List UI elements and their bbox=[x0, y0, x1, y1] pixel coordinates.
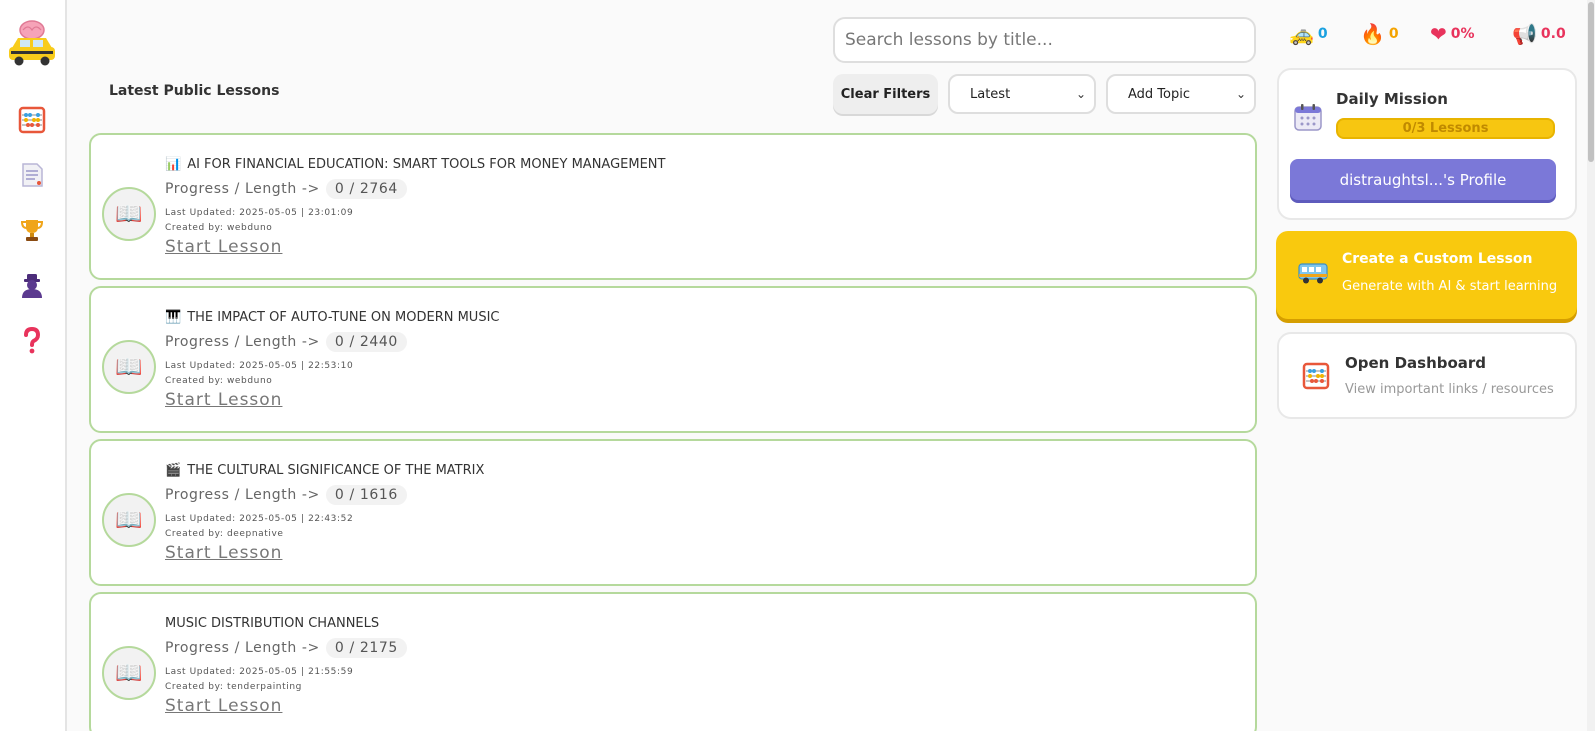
lesson-title: MUSIC DISTRIBUTION CHANNELS bbox=[165, 616, 379, 631]
create-lesson-title: Create a Custom Lesson bbox=[1342, 251, 1533, 267]
created-by: Created by: webduno bbox=[165, 376, 273, 386]
dashboard-subtitle: View important links / resources bbox=[1345, 382, 1554, 397]
lesson-title-text: THE IMPACT OF AUTO-TUNE ON MODERN MUSIC bbox=[187, 310, 500, 325]
trophy-icon bbox=[20, 220, 44, 241]
book-icon: 📖 bbox=[102, 493, 156, 547]
lesson-title-text: MUSIC DISTRIBUTION CHANNELS bbox=[165, 616, 380, 631]
streak-stat-value: 0 bbox=[1388, 26, 1399, 42]
last-updated: Last Updated: 2025-05-05 | 23:01:09 bbox=[165, 208, 354, 218]
taxi-stat-value: 0 bbox=[1317, 26, 1328, 42]
lesson-title-text: THE CULTURAL SIGNIFICANCE OF THE MATRIX bbox=[187, 463, 485, 478]
lesson-title: 🎹 THE IMPACT OF AUTO-TUNE ON MODERN MUSI… bbox=[165, 310, 499, 325]
daily-mission-title: Daily Mission bbox=[1336, 90, 1448, 108]
created-by: Created by: deepnative bbox=[165, 529, 284, 539]
sidebar-item-profile[interactable] bbox=[18, 271, 46, 299]
scrollbar-thumb[interactable] bbox=[1588, 2, 1594, 162]
progress-value: 0 / 2175 bbox=[325, 638, 407, 658]
calendar-icon bbox=[1294, 104, 1322, 131]
daily-mission-card: Daily Mission 0/3 Lessons distraughtsl..… bbox=[1277, 68, 1577, 220]
lesson-title: 🎬 THE CULTURAL SIGNIFICANCE OF THE MATRI… bbox=[165, 463, 484, 478]
dashboard-title: Open Dashboard bbox=[1345, 354, 1487, 372]
lesson-card: 📖 📊 AI FOR FINANCIAL EDUCATION: SMART TO… bbox=[89, 133, 1257, 280]
last-updated: Last Updated: 2025-05-05 | 22:43:52 bbox=[165, 514, 354, 524]
health-stat: ❤ 0% bbox=[1430, 22, 1475, 46]
lesson-progress: Progress / Length -> 0 / 2175 bbox=[165, 638, 407, 658]
start-lesson-link[interactable]: Start Lesson bbox=[165, 696, 282, 716]
progress-value: 0 / 2440 bbox=[325, 332, 407, 352]
abacus-icon bbox=[18, 106, 46, 134]
progress-label: Progress / Length -> bbox=[165, 640, 320, 656]
clapperboard-icon: 🎬 bbox=[165, 463, 182, 478]
last-updated: Last Updated: 2025-05-05 | 21:55:59 bbox=[165, 667, 354, 677]
created-by: Created by: tenderpainting bbox=[165, 682, 302, 692]
open-dashboard-button[interactable]: Open Dashboard View important links / re… bbox=[1277, 332, 1577, 419]
lesson-card: 📖 🎬 THE CULTURAL SIGNIFICANCE OF THE MAT… bbox=[89, 439, 1257, 586]
start-lesson-link[interactable]: Start Lesson bbox=[165, 390, 282, 410]
mission-progress-bar: 0/3 Lessons bbox=[1336, 118, 1555, 139]
progress-label: Progress / Length -> bbox=[165, 181, 320, 197]
sidebar bbox=[0, 0, 67, 731]
health-stat-value: 0% bbox=[1450, 26, 1475, 42]
search-input[interactable] bbox=[833, 17, 1256, 63]
notepad-icon bbox=[22, 163, 43, 187]
megaphone-icon: 📢 bbox=[1512, 22, 1537, 46]
page-scrollbar[interactable] bbox=[1587, 0, 1595, 731]
start-lesson-link[interactable]: Start Lesson bbox=[165, 543, 282, 563]
flame-icon: 🔥 bbox=[1360, 22, 1385, 46]
profile-button[interactable]: distraughtsl...'s Profile bbox=[1290, 159, 1556, 200]
clear-filters-button[interactable]: Clear Filters bbox=[833, 74, 938, 114]
progress-value: 0 / 2764 bbox=[325, 179, 407, 199]
lesson-progress: Progress / Length -> 0 / 2440 bbox=[165, 332, 407, 352]
progress-label: Progress / Length -> bbox=[165, 334, 320, 350]
create-custom-lesson-button[interactable]: Create a Custom Lesson Generate with AI … bbox=[1276, 231, 1577, 319]
topic-select-value: Add Topic bbox=[1128, 86, 1190, 102]
create-lesson-subtitle: Generate with AI & start learning bbox=[1342, 279, 1558, 294]
sort-select[interactable]: Latest ⌄ bbox=[948, 74, 1096, 114]
lesson-card: 📖 🎹 THE IMPACT OF AUTO-TUNE ON MODERN MU… bbox=[89, 286, 1257, 433]
page-title: Latest Public Lessons bbox=[109, 83, 280, 99]
lesson-title: 📊 AI FOR FINANCIAL EDUCATION: SMART TOOL… bbox=[165, 157, 665, 172]
bus-icon bbox=[1298, 261, 1328, 291]
sidebar-item-help[interactable] bbox=[18, 326, 46, 354]
lesson-card: 📖 MUSIC DISTRIBUTION CHANNELS Progress /… bbox=[89, 592, 1257, 731]
sort-select-value: Latest bbox=[970, 86, 1011, 102]
announcement-stat-value: 0.0 bbox=[1540, 26, 1566, 42]
chart-icon: 📊 bbox=[165, 157, 182, 172]
taxi-stat: 🚕 0 bbox=[1289, 22, 1328, 46]
book-icon: 📖 bbox=[102, 646, 156, 700]
question-icon bbox=[24, 326, 41, 354]
progress-label: Progress / Length -> bbox=[165, 487, 320, 503]
user-icon bbox=[22, 274, 42, 298]
app-logo[interactable] bbox=[6, 18, 56, 68]
sidebar-item-abacus[interactable] bbox=[18, 106, 46, 134]
lesson-title-text: AI FOR FINANCIAL EDUCATION: SMART TOOLS … bbox=[187, 157, 666, 172]
heart-icon: ❤ bbox=[1430, 22, 1447, 46]
lesson-progress: Progress / Length -> 0 / 2764 bbox=[165, 179, 407, 199]
chevron-down-icon: ⌄ bbox=[1075, 87, 1086, 101]
book-icon: 📖 bbox=[102, 340, 156, 394]
topic-select[interactable]: Add Topic ⌄ bbox=[1106, 74, 1256, 114]
sidebar-item-leaderboard[interactable] bbox=[18, 216, 46, 244]
streak-stat: 🔥 0 bbox=[1360, 22, 1399, 46]
last-updated: Last Updated: 2025-05-05 | 22:53:10 bbox=[165, 361, 354, 371]
sidebar-item-notes[interactable] bbox=[18, 161, 46, 189]
announcement-stat: 📢 0.0 bbox=[1512, 22, 1566, 46]
lesson-progress: Progress / Length -> 0 / 1616 bbox=[165, 485, 407, 505]
start-lesson-link[interactable]: Start Lesson bbox=[165, 237, 282, 257]
created-by: Created by: webduno bbox=[165, 223, 273, 233]
progress-value: 0 / 1616 bbox=[325, 485, 407, 505]
piano-icon: 🎹 bbox=[165, 310, 182, 325]
chevron-down-icon: ⌄ bbox=[1235, 87, 1246, 101]
book-icon: 📖 bbox=[102, 187, 156, 241]
abacus-icon bbox=[1302, 362, 1330, 390]
taxi-icon: 🚕 bbox=[1289, 22, 1314, 46]
